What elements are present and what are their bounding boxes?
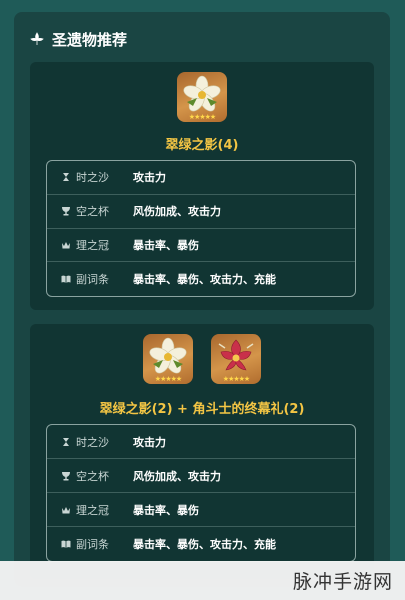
table-row: 理之冠 暴击率、暴伤 bbox=[47, 493, 355, 527]
rarity-stars: ★★★★★ bbox=[188, 113, 216, 121]
crown-icon bbox=[61, 240, 71, 250]
section-header: 圣遗物推荐 bbox=[30, 28, 127, 50]
goblet-icon bbox=[61, 471, 71, 481]
set-name: 翠绿之影(4) bbox=[165, 138, 239, 153]
goblet-icon bbox=[61, 206, 71, 216]
main-stat: 暴击率、暴伤 bbox=[133, 503, 199, 517]
red-flower-artifact-icon[interactable]: ★★★★★ bbox=[211, 334, 261, 384]
slot-label: 理之冠 bbox=[76, 503, 109, 517]
build-card-2: ★★★★★ ★★★★★ 翠绿之影(2) + 角斗士的终幕礼(2) 时之沙 攻击力… bbox=[30, 324, 374, 579]
artifact-recommendation-panel: 圣遗物推荐 ★★★★★ 翠绿之影(4) 时之沙 攻击力 空之杯 风伤加成、攻击力… bbox=[14, 12, 390, 587]
slot-label: 空之杯 bbox=[76, 469, 109, 483]
main-stat: 攻击力 bbox=[133, 171, 166, 185]
rarity-stars: ★★★★★ bbox=[222, 375, 250, 383]
slot-label: 时之沙 bbox=[76, 171, 109, 185]
white-flower-artifact-icon[interactable]: ★★★★★ bbox=[177, 72, 227, 122]
main-stat: 攻击力 bbox=[133, 435, 166, 449]
hourglass-icon bbox=[61, 437, 71, 447]
sub-stats: 暴击率、暴伤、攻击力、充能 bbox=[133, 538, 276, 551]
table-row: 空之杯 风伤加成、攻击力 bbox=[47, 195, 355, 229]
sub-stats: 暴击率、暴伤、攻击力、充能 bbox=[133, 273, 276, 287]
book-icon bbox=[61, 274, 71, 284]
white-flower-artifact-icon[interactable]: ★★★★★ bbox=[143, 334, 193, 384]
table-row: 空之杯 风伤加成、攻击力 bbox=[47, 459, 355, 493]
table-row: 副词条 暴击率、暴伤、攻击力、充能 bbox=[47, 262, 355, 296]
slot-label: 理之冠 bbox=[76, 238, 109, 252]
book-icon bbox=[61, 539, 71, 549]
stat-table: 时之沙 攻击力 空之杯 风伤加成、攻击力 理之冠 暴击率、暴伤 副词条 暴击率、… bbox=[46, 424, 356, 562]
set-name: 翠绿之影(2) + 角斗士的终幕礼(2) bbox=[99, 402, 305, 417]
section-title: 圣遗物推荐 bbox=[52, 30, 128, 49]
crown-icon bbox=[61, 505, 71, 515]
main-stat: 暴击率、暴伤 bbox=[133, 238, 199, 252]
stat-table: 时之沙 攻击力 空之杯 风伤加成、攻击力 理之冠 暴击率、暴伤 副词条 暴击率、… bbox=[46, 160, 356, 297]
main-stat: 风伤加成、攻击力 bbox=[133, 205, 221, 219]
artifact-icons: ★★★★★ bbox=[30, 72, 374, 122]
slot-label: 副词条 bbox=[76, 273, 109, 287]
table-row: 时之沙 攻击力 bbox=[47, 425, 355, 459]
slot-label: 空之杯 bbox=[76, 205, 109, 219]
slot-label: 时之沙 bbox=[76, 435, 109, 449]
main-stat: 风伤加成、攻击力 bbox=[133, 469, 221, 483]
table-row: 时之沙 攻击力 bbox=[47, 161, 355, 195]
table-row: 理之冠 暴击率、暴伤 bbox=[47, 229, 355, 263]
rarity-stars: ★★★★★ bbox=[154, 375, 182, 383]
table-row: 副词条 暴击率、暴伤、攻击力、充能 bbox=[47, 527, 355, 561]
slot-label: 副词条 bbox=[76, 538, 109, 551]
build-card-1: ★★★★★ 翠绿之影(4) 时之沙 攻击力 空之杯 风伤加成、攻击力 理之冠 暴… bbox=[30, 62, 374, 310]
site-watermark: 脉冲手游网 bbox=[0, 561, 405, 600]
artifact-icons: ★★★★★ ★★★★★ bbox=[30, 334, 374, 384]
flower-icon bbox=[30, 32, 44, 46]
hourglass-icon bbox=[61, 172, 71, 182]
